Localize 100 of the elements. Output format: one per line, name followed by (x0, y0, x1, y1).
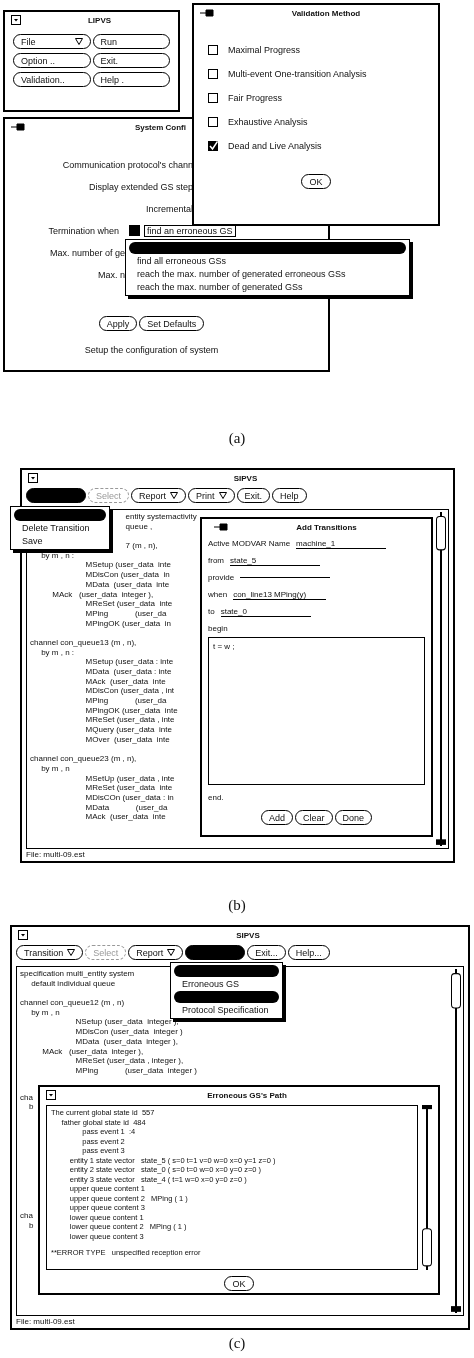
code-line: specification multi_entity system (20, 969, 135, 978)
code-line: MDisCon (user_data integer ) (75, 1027, 183, 1037)
toolbar-button[interactable]: Print (188, 488, 235, 503)
code-line: MDisCon (user_data in (85, 570, 170, 580)
window-title: Validation Method (290, 8, 362, 18)
menu-button[interactable]: Run (92, 34, 170, 49)
setting-label: Incremental (144, 203, 193, 214)
text-area[interactable]: t = w ; (208, 637, 425, 785)
field-label: provide (208, 573, 235, 582)
window-menu-icon[interactable] (46, 1090, 56, 1100)
checkbox[interactable] (208, 116, 218, 127)
setting-label: Communication protocol's chann (61, 159, 193, 170)
code-line: MData (user_data : inte (85, 667, 172, 676)
pushpin-icon[interactable] (200, 9, 214, 17)
window-menu-icon[interactable] (28, 473, 38, 483)
highlighted-menu-item[interactable] (14, 509, 106, 521)
window-menu-icon[interactable] (11, 15, 21, 25)
code-line: channel con_queue23 (m , n), (30, 754, 137, 764)
action-button[interactable]: Apply (98, 316, 138, 331)
code-line: MAck (user_data inte (85, 676, 166, 686)
highlighted-menu-item[interactable] (174, 991, 279, 1003)
field-label: end. (208, 793, 224, 802)
toolbar-button[interactable]: Exit. (236, 488, 271, 503)
code-line: MSetup (user_data : inte (85, 657, 174, 667)
pushpin-icon[interactable] (214, 523, 228, 531)
menu-button[interactable]: Help . (92, 72, 170, 87)
field-label: from (208, 556, 224, 565)
figure-caption: (a) (227, 429, 247, 448)
code-line: MData (user_data integer ), (75, 1036, 178, 1046)
menu-item[interactable]: Erroneous GS (174, 978, 279, 990)
toolbar-button[interactable]: Exit... (247, 945, 286, 960)
toolbar-button[interactable]: Help... (287, 945, 330, 960)
scrollbar[interactable] (436, 512, 446, 846)
code-line: MDisCOn (user_data : in (85, 792, 174, 802)
code-line: channel con_queue13 (m , n), (30, 637, 137, 647)
window-title: System Confi (134, 122, 186, 132)
window-title: LIPVS (86, 15, 113, 25)
action-button[interactable]: Clear (295, 810, 333, 825)
window-menu-icon[interactable] (18, 930, 28, 940)
field-label: when (208, 590, 228, 599)
action-button[interactable]: Done (334, 810, 372, 825)
input-field[interactable]: state_5 (230, 555, 320, 566)
code-line: MData (user_data inte (85, 579, 170, 589)
pushpin-icon[interactable] (11, 123, 25, 131)
option-label: Dead and Live Analysis (228, 140, 322, 151)
setting-label: Max. n (97, 269, 125, 280)
code-line: MSetUp (user_data , inte (85, 773, 175, 783)
menu-item[interactable]: reach the max. number of generated GSs (129, 281, 406, 293)
ok-button[interactable]: OK (224, 1276, 254, 1291)
setting-label: Termination when (47, 225, 119, 236)
ok-button[interactable]: OK (301, 174, 331, 189)
code-line: MPing (user_data integer ) (75, 1065, 197, 1075)
menu-item[interactable]: Protocol Specification (174, 1004, 279, 1016)
code-line: MReSet (user_data , inte (85, 715, 175, 725)
menu-item[interactable]: find all erroneous GSs (129, 255, 406, 267)
pressed-menu-button[interactable] (26, 488, 86, 503)
window-title: Erroneous GS's Path (206, 1090, 288, 1100)
code-line: MData (user_da (85, 802, 168, 812)
option-label: Multi-event One-transition Analysis (228, 68, 367, 79)
menu-item[interactable]: Delete Transition (14, 522, 106, 534)
checkbox[interactable] (208, 140, 218, 151)
menu-button[interactable]: Exit. (92, 53, 170, 68)
code-line: MAck (user_data inte (85, 812, 166, 822)
checkbox[interactable] (208, 44, 218, 55)
checkbox[interactable] (208, 92, 218, 103)
code-line: MPing (user_da (85, 608, 167, 618)
code-line: MReSet (user_data , integer ), (75, 1056, 184, 1066)
toolbar-button[interactable]: Report (128, 945, 184, 960)
input-field[interactable]: machine_1 (296, 538, 387, 549)
input-field[interactable]: con_line13 MPing(y) (233, 589, 327, 600)
toolbar-button[interactable]: Report (131, 488, 187, 503)
field-label: begin (208, 624, 228, 633)
scrollbar[interactable] (422, 1105, 432, 1270)
code-line: by m , n (41, 763, 70, 773)
code-line: MPingOK (user_data inte (85, 705, 178, 715)
code-line: MPing (user_da (85, 696, 167, 706)
scrollbar[interactable] (451, 969, 461, 1313)
code-line: MAck (user_data integer ), (52, 589, 154, 599)
input-field[interactable]: state_0 (220, 606, 311, 617)
code-line: MOver (user_data inte (85, 734, 170, 744)
code-line: MQuery (user_data inte (85, 725, 172, 735)
action-button[interactable]: Set Defaults (139, 316, 205, 331)
checkbox[interactable] (208, 68, 218, 79)
menu-button[interactable]: File (13, 34, 91, 49)
code-line: cha (20, 1210, 33, 1220)
menu-item[interactable]: reach the max. number of generated erroneous GSs (129, 268, 406, 280)
footer-message: Setup the configuration of system (83, 345, 220, 355)
code-line: by m , n : (41, 647, 75, 657)
action-button[interactable]: Add (260, 810, 293, 825)
pressed-menu-button[interactable] (185, 945, 246, 960)
toolbar-button[interactable]: Transition (16, 945, 84, 960)
code-line: b (28, 1220, 34, 1230)
menu-item[interactable]: Save (14, 535, 106, 547)
figure-caption: (c) (227, 1334, 247, 1353)
menu-button[interactable]: Option .. (13, 53, 91, 68)
field-label: to (208, 607, 215, 616)
highlighted-menu-item[interactable] (174, 965, 279, 977)
menu-button[interactable]: Validation.. (13, 72, 91, 87)
toolbar-button[interactable]: Help (272, 488, 307, 503)
code-line: cha (20, 1092, 33, 1102)
